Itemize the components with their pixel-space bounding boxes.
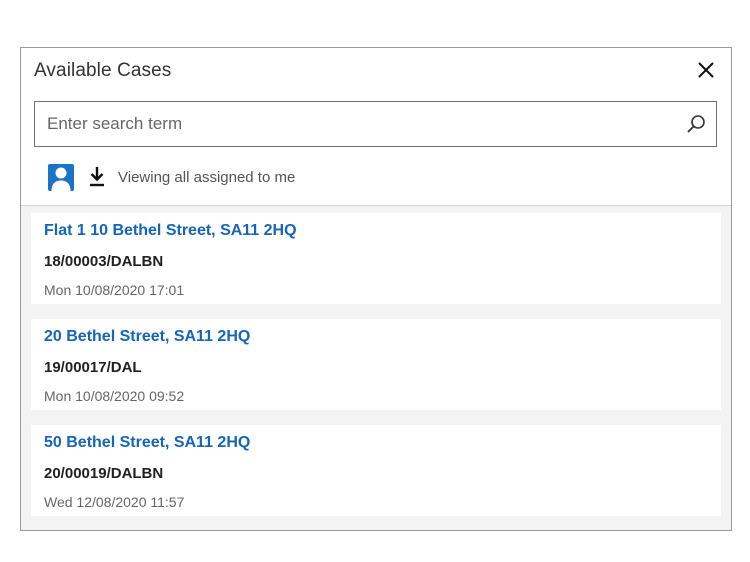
case-list: Flat 1 10 Bethel Street, SA11 2HQ 18/000… xyxy=(31,213,721,531)
user-icon xyxy=(51,167,71,191)
assigned-to-me-button[interactable] xyxy=(48,163,74,191)
dialog-title: Available Cases xyxy=(34,60,172,81)
case-item[interactable]: 50 Bethel Street, SA11 2HQ 20/00019/DALB… xyxy=(31,425,721,516)
available-cases-dialog: Available Cases Enter search term Viewin… xyxy=(20,47,732,531)
search-icon xyxy=(687,115,705,133)
case-reference: 19/00017/DAL xyxy=(44,359,142,376)
download-button[interactable] xyxy=(88,165,106,189)
download-icon xyxy=(90,167,104,187)
search-input[interactable] xyxy=(35,102,675,146)
case-title-link[interactable]: 20 Bethel Street, SA11 2HQ xyxy=(44,328,250,346)
view-filter-label: Viewing all assigned to me xyxy=(118,168,296,186)
case-reference: 18/00003/DALBN xyxy=(44,253,164,270)
case-title-link[interactable]: Flat 1 10 Bethel Street, SA11 2HQ xyxy=(44,222,297,240)
search-button[interactable] xyxy=(682,110,710,138)
case-item[interactable]: 20 Bethel Street, SA11 2HQ 19/00017/DAL … xyxy=(31,319,721,410)
case-date: Wed 12/08/2020 11:57 xyxy=(44,494,185,510)
dialog-header: Available Cases Enter search term Viewin… xyxy=(21,48,731,206)
case-item[interactable]: Flat 1 10 Bethel Street, SA11 2HQ 18/000… xyxy=(31,213,721,304)
toolbar: Viewing all assigned to me xyxy=(48,162,295,192)
case-date: Mon 10/08/2020 17:01 xyxy=(44,282,185,298)
case-date: Mon 10/08/2020 09:52 xyxy=(44,388,185,404)
case-title-link[interactable]: 50 Bethel Street, SA11 2HQ xyxy=(44,434,250,452)
close-button[interactable] xyxy=(693,57,719,83)
close-icon xyxy=(698,62,714,78)
case-reference: 20/00019/DALBN xyxy=(44,465,164,482)
search-box xyxy=(34,101,717,147)
